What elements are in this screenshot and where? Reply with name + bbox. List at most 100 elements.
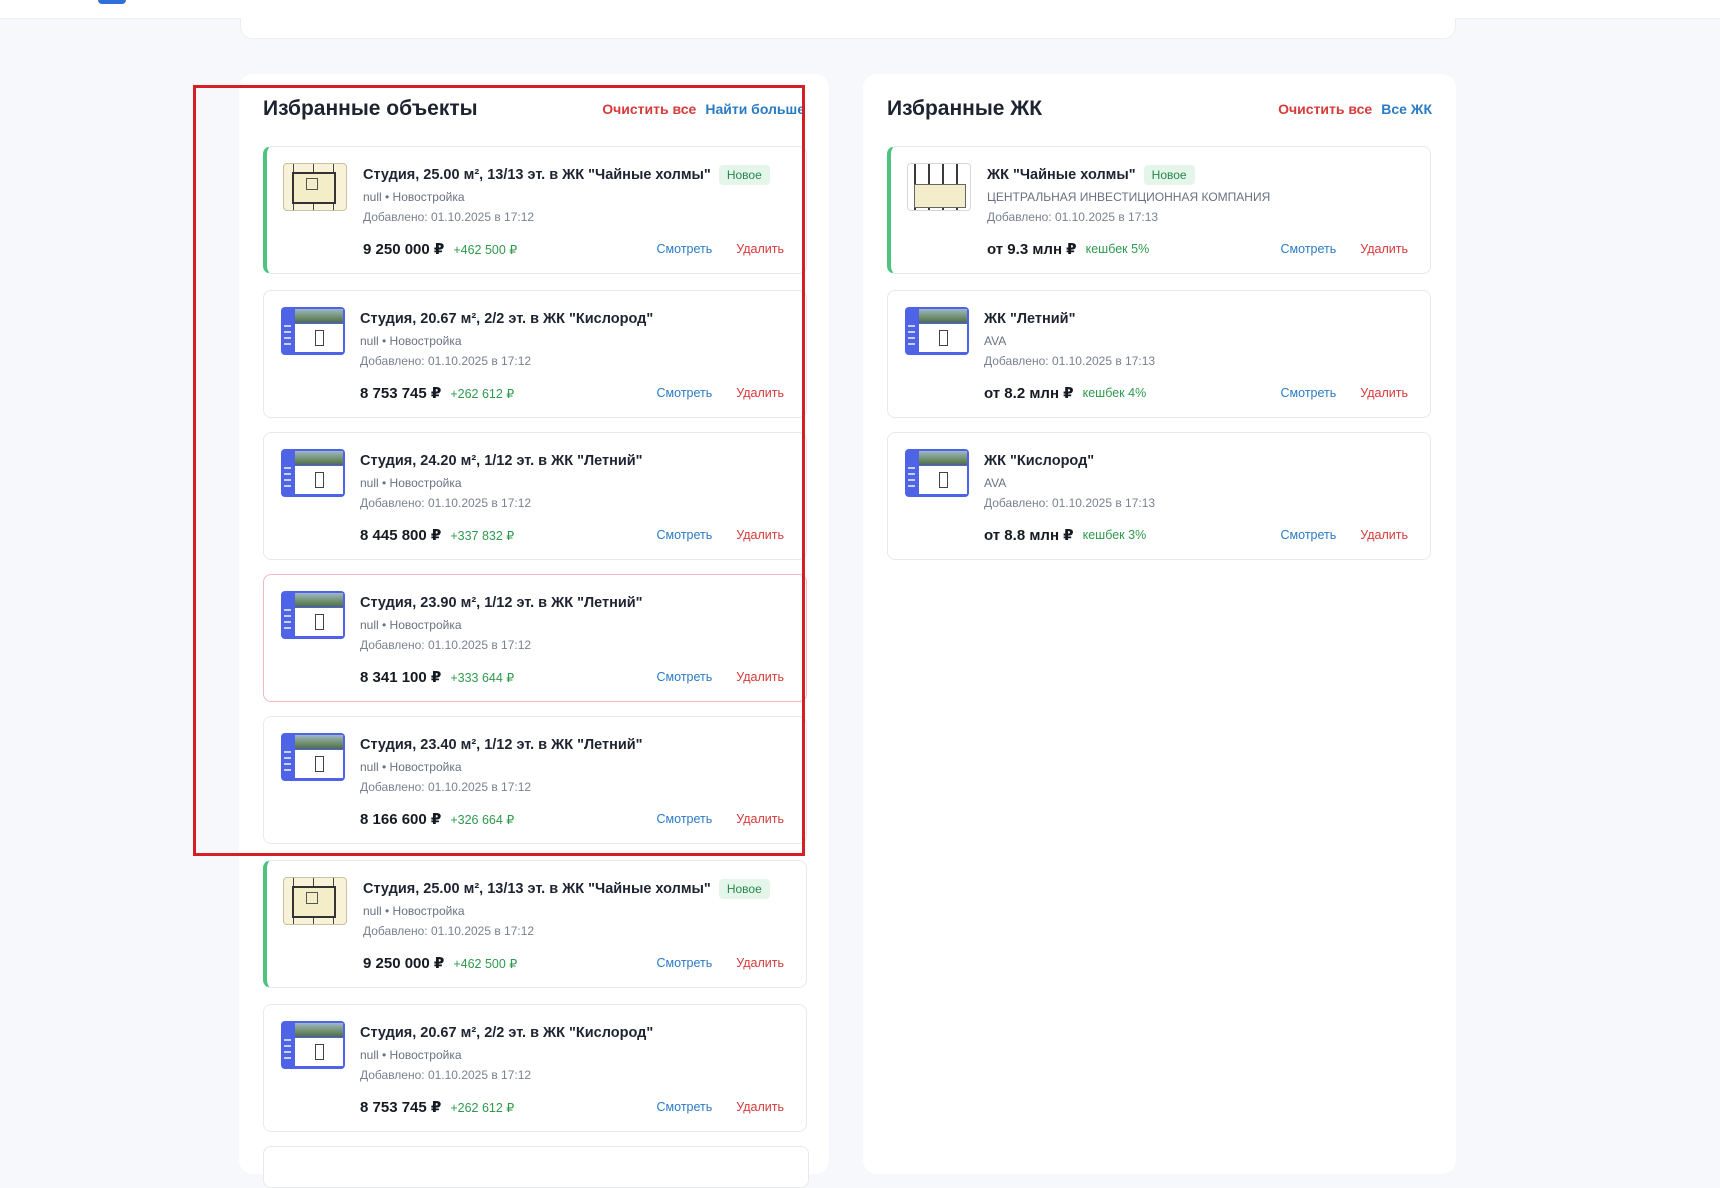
blue-layout-thumbnail[interactable] bbox=[281, 733, 345, 781]
added-date: Добавлено: 01.10.2025 в 17:13 bbox=[984, 354, 1156, 368]
price-delta: +462 500 ₽ bbox=[453, 956, 518, 971]
favorite-complex-card[interactable]: ЖК "Кислород" AVA Добавлено: 01.10.2025 … bbox=[887, 432, 1431, 560]
panel-title: Избранные ЖК bbox=[887, 97, 1043, 120]
filter-bar-bottom-edge bbox=[240, 18, 1456, 39]
price-from: от 8.8 млн ₽ bbox=[984, 527, 1074, 544]
favorite-complex-card[interactable]: ЖК "Летний" AVA Добавлено: 01.10.2025 в … bbox=[887, 290, 1431, 418]
panel-title: Избранные объекты bbox=[263, 97, 478, 120]
added-date: Добавлено: 01.10.2025 в 17:12 bbox=[363, 210, 535, 224]
price: 8 445 800 ₽ bbox=[360, 527, 442, 544]
favorite-complexes-header: Избранные ЖК Очистить все Все ЖК bbox=[887, 94, 1432, 124]
favorite-objects-panel: Избранные объекты Очистить все Найти бол… bbox=[239, 74, 829, 1188]
favorite-object-card[interactable]: Студия, 24.20 м², 1/12 эт. в ЖК "Летний"… bbox=[263, 432, 807, 560]
card-subtitle: null • Новостройка bbox=[363, 904, 465, 918]
view-button[interactable]: Смотреть bbox=[1281, 528, 1337, 542]
price-delta: +326 664 ₽ bbox=[450, 812, 515, 827]
favorite-complex-card[interactable]: ЖК "Чайные холмы" Новое ЦЕНТРАЛЬНАЯ ИНВЕ… bbox=[887, 146, 1431, 274]
price-delta: +333 644 ₽ bbox=[450, 670, 515, 685]
price-delta: +262 612 ₽ bbox=[450, 1100, 515, 1115]
card-subtitle: null • Новостройка bbox=[363, 190, 465, 204]
delete-button[interactable]: Удалить bbox=[736, 956, 784, 970]
favorite-objects-header: Избранные объекты Очистить все Найти бол… bbox=[263, 94, 805, 124]
complex-plan-thumbnail[interactable] bbox=[907, 163, 971, 211]
favorite-object-card[interactable]: Студия, 25.00 м², 13/13 эт. в ЖК "Чайные… bbox=[263, 860, 807, 988]
top-navbar bbox=[0, 0, 1720, 19]
floorplan-thumbnail[interactable] bbox=[283, 877, 347, 925]
price: 8 341 100 ₽ bbox=[360, 669, 442, 686]
developer-name: AVA bbox=[984, 476, 1007, 490]
cashback: кешбек 5% bbox=[1085, 242, 1150, 256]
view-button[interactable]: Смотреть bbox=[657, 956, 713, 970]
card-title[interactable]: ЖК "Чайные холмы" bbox=[987, 167, 1136, 183]
blue-layout-thumbnail[interactable] bbox=[281, 307, 345, 355]
new-badge: Новое bbox=[718, 879, 770, 899]
delete-button[interactable]: Удалить bbox=[1360, 386, 1408, 400]
view-button[interactable]: Смотреть bbox=[657, 812, 713, 826]
view-button[interactable]: Смотреть bbox=[657, 528, 713, 542]
all-complexes-link[interactable]: Все ЖК bbox=[1381, 101, 1432, 117]
price-from: от 8.2 млн ₽ bbox=[984, 385, 1074, 402]
view-button[interactable]: Смотреть bbox=[657, 386, 713, 400]
card-title[interactable]: Студия, 25.00 м², 13/13 эт. в ЖК "Чайные… bbox=[363, 167, 711, 183]
card-title[interactable]: ЖК "Кислород" bbox=[984, 453, 1094, 469]
new-badge: Новое bbox=[1143, 165, 1195, 185]
developer-name: AVA bbox=[984, 334, 1007, 348]
developer-name: ЦЕНТРАЛЬНАЯ ИНВЕСТИЦИОННАЯ КОМПАНИЯ bbox=[987, 190, 1271, 204]
delete-button[interactable]: Удалить bbox=[1360, 242, 1408, 256]
delete-button[interactable]: Удалить bbox=[736, 242, 784, 256]
card-title[interactable]: Студия, 23.40 м², 1/12 эт. в ЖК "Летний" bbox=[360, 737, 643, 753]
blue-layout-thumbnail[interactable] bbox=[281, 449, 345, 497]
added-date: Добавлено: 01.10.2025 в 17:13 bbox=[987, 210, 1159, 224]
card-title[interactable]: Студия, 20.67 м², 2/2 эт. в ЖК "Кислород… bbox=[360, 311, 653, 327]
blue-layout-thumbnail[interactable] bbox=[281, 1021, 345, 1069]
favorite-complexes-panel: Избранные ЖК Очистить все Все ЖК ЖК "Чай… bbox=[863, 74, 1456, 1174]
favorite-object-card[interactable]: Студия, 25.00 м², 13/13 эт. в ЖК "Чайные… bbox=[263, 146, 807, 274]
delete-button[interactable]: Удалить bbox=[736, 670, 784, 684]
card-title[interactable]: Студия, 24.20 м², 1/12 эт. в ЖК "Летний" bbox=[360, 453, 643, 469]
delete-button[interactable]: Удалить bbox=[736, 528, 784, 542]
card-title[interactable]: Студия, 23.90 м², 1/12 эт. в ЖК "Летний" bbox=[360, 595, 643, 611]
cashback: кешбек 3% bbox=[1082, 528, 1147, 542]
favorite-object-card-partial[interactable] bbox=[263, 1146, 809, 1188]
card-subtitle: null • Новостройка bbox=[360, 1048, 462, 1062]
delete-button[interactable]: Удалить bbox=[736, 386, 784, 400]
cashback: кешбек 4% bbox=[1082, 386, 1147, 400]
price-delta: +337 832 ₽ bbox=[450, 528, 515, 543]
price: 8 753 745 ₽ bbox=[360, 385, 442, 402]
card-title[interactable]: Студия, 20.67 м², 2/2 эт. в ЖК "Кислород… bbox=[360, 1025, 653, 1041]
view-button[interactable]: Смотреть bbox=[657, 1100, 713, 1114]
favorite-object-card[interactable]: Студия, 20.67 м², 2/2 эт. в ЖК "Кислород… bbox=[263, 1004, 807, 1132]
logo[interactable] bbox=[98, 0, 126, 4]
view-button[interactable]: Смотреть bbox=[657, 670, 713, 684]
find-more-link[interactable]: Найти больше bbox=[705, 101, 805, 117]
card-subtitle: null • Новостройка bbox=[360, 476, 462, 490]
view-button[interactable]: Смотреть bbox=[1281, 242, 1337, 256]
favorite-object-card[interactable]: Студия, 20.67 м², 2/2 эт. в ЖК "Кислород… bbox=[263, 290, 807, 418]
price-from: от 9.3 млн ₽ bbox=[987, 241, 1077, 258]
floorplan-thumbnail[interactable] bbox=[283, 163, 347, 211]
new-badge: Новое bbox=[718, 165, 770, 185]
delete-button[interactable]: Удалить bbox=[1360, 528, 1408, 542]
added-date: Добавлено: 01.10.2025 в 17:12 bbox=[363, 924, 535, 938]
view-button[interactable]: Смотреть bbox=[657, 242, 713, 256]
delete-button[interactable]: Удалить bbox=[736, 1100, 784, 1114]
delete-button[interactable]: Удалить bbox=[736, 812, 784, 826]
blue-layout-thumbnail[interactable] bbox=[905, 449, 969, 497]
blue-layout-thumbnail[interactable] bbox=[905, 307, 969, 355]
card-title[interactable]: ЖК "Летний" bbox=[984, 311, 1075, 327]
price-delta: +262 612 ₽ bbox=[450, 386, 515, 401]
added-date: Добавлено: 01.10.2025 в 17:12 bbox=[360, 638, 532, 652]
card-subtitle: null • Новостройка bbox=[360, 334, 462, 348]
price: 8 753 745 ₽ bbox=[360, 1099, 442, 1116]
card-title[interactable]: Студия, 25.00 м², 13/13 эт. в ЖК "Чайные… bbox=[363, 881, 711, 897]
blue-layout-thumbnail[interactable] bbox=[281, 591, 345, 639]
favorite-object-card[interactable]: Студия, 23.40 м², 1/12 эт. в ЖК "Летний"… bbox=[263, 716, 807, 844]
added-date: Добавлено: 01.10.2025 в 17:12 bbox=[360, 1068, 532, 1082]
clear-all-button[interactable]: Очистить все bbox=[602, 101, 696, 117]
card-subtitle: null • Новостройка bbox=[360, 760, 462, 774]
added-date: Добавлено: 01.10.2025 в 17:12 bbox=[360, 496, 532, 510]
view-button[interactable]: Смотреть bbox=[1281, 386, 1337, 400]
clear-all-button[interactable]: Очистить все bbox=[1278, 101, 1372, 117]
favorite-object-card[interactable]: Студия, 23.90 м², 1/12 эт. в ЖК "Летний"… bbox=[263, 574, 807, 702]
card-subtitle: null • Новостройка bbox=[360, 618, 462, 632]
